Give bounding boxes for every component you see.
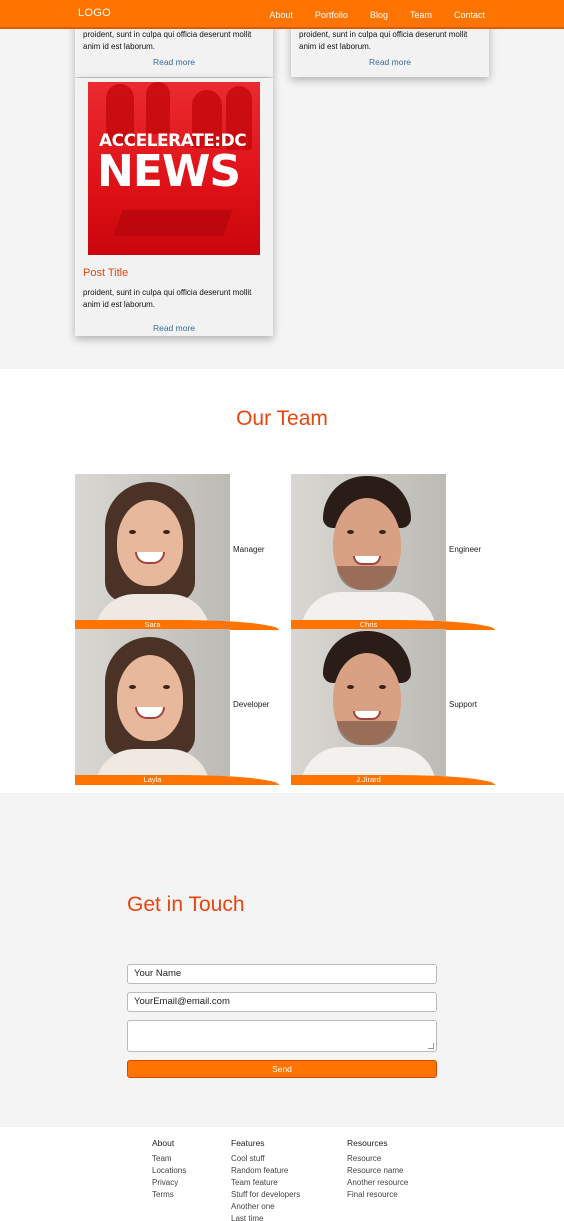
footer-column-resources: Resources Resource Resource name Another… [347, 1138, 408, 1201]
blog-section: proident, sunt in culpa qui officia dese… [0, 19, 564, 369]
email-input[interactable]: YourEmail@email.com [127, 992, 437, 1012]
footer-link[interactable]: Team feature [231, 1177, 300, 1189]
nav-link-portfolio[interactable]: Portfolio [304, 10, 359, 20]
team-section: Our Team Manager Sara Engineer Chris Dev… [0, 369, 564, 793]
post-excerpt: proident, sunt in culpa qui officia dese… [299, 30, 468, 51]
footer-link[interactable]: Another resource [347, 1177, 408, 1189]
footer-link[interactable]: Stuff for developers [231, 1189, 300, 1201]
footer-link[interactable]: Random feature [231, 1165, 300, 1177]
member-role: Support [449, 700, 478, 709]
footer: About Team Locations Privacy Terms Featu… [0, 1127, 564, 1221]
member-role: Manager [233, 545, 265, 554]
send-button[interactable]: Send [127, 1060, 437, 1078]
team-member-card: Manager Sara [75, 474, 279, 630]
team-member-card: Engineer Chris [291, 474, 495, 630]
footer-link[interactable]: Terms [152, 1189, 186, 1201]
member-name: J.Jirard [356, 775, 381, 784]
footer-column-features: Features Cool stuff Random feature Team … [231, 1138, 300, 1221]
logo[interactable]: LOGO [78, 7, 111, 19]
footer-heading: Features [231, 1138, 265, 1148]
footer-link[interactable]: Last time [231, 1213, 300, 1221]
member-photo [291, 629, 446, 776]
image-figure [146, 82, 170, 134]
contact-section: Get in Touch Your Name YourEmail@email.c… [0, 793, 564, 1127]
blog-card: ACCELERATE:DC NEWS Post Title proident, … [75, 78, 273, 336]
member-role: Developer [233, 700, 270, 709]
nav-links: About Portfolio Blog Team Contact [258, 0, 485, 29]
post-excerpt: proident, sunt in culpa qui officia dese… [83, 288, 252, 309]
team-heading: Our Team [236, 407, 328, 430]
footer-link[interactable]: Resource [347, 1153, 408, 1165]
image-text-news: NEWS [97, 146, 241, 197]
read-more-link[interactable]: Read more [75, 323, 273, 333]
post-excerpt: proident, sunt in culpa qui officia dese… [83, 30, 252, 51]
member-photo [75, 474, 230, 621]
message-textarea[interactable] [127, 1020, 437, 1052]
footer-link[interactable]: Privacy [152, 1177, 186, 1189]
member-name: Layla [143, 775, 162, 784]
nav-link-about[interactable]: About [258, 10, 304, 20]
member-role: Engineer [449, 545, 482, 554]
contact-heading: Get in Touch [127, 893, 245, 916]
resize-handle-icon[interactable] [428, 1043, 434, 1049]
team-member-card: Support J.Jirard [291, 629, 495, 785]
footer-link[interactable]: Cool stuff [231, 1153, 300, 1165]
footer-link[interactable]: Final resource [347, 1189, 408, 1201]
nav-link-team[interactable]: Team [399, 10, 443, 20]
member-photo [75, 629, 230, 776]
post-image[interactable]: ACCELERATE:DC NEWS [88, 82, 260, 255]
nav-link-blog[interactable]: Blog [359, 10, 399, 20]
post-title[interactable]: Post Title [83, 267, 128, 279]
name-input[interactable]: Your Name [127, 964, 437, 984]
top-navbar: LOGO About Portfolio Blog Team Contact [0, 0, 564, 29]
footer-link[interactable]: Another one [231, 1201, 300, 1213]
nav-link-contact[interactable]: Contact [443, 10, 485, 20]
footer-link[interactable]: Locations [152, 1165, 186, 1177]
member-photo [291, 474, 446, 621]
footer-link[interactable]: Resource name [347, 1165, 408, 1177]
team-member-card: Developer Layla [75, 629, 279, 785]
footer-heading: Resources [347, 1138, 388, 1148]
image-table [113, 210, 233, 236]
footer-link[interactable]: Team [152, 1153, 186, 1165]
footer-column-about: About Team Locations Privacy Terms [152, 1138, 186, 1201]
read-more-link[interactable]: Read more [75, 57, 273, 67]
footer-heading: About [152, 1138, 175, 1148]
read-more-link[interactable]: Read more [291, 57, 489, 67]
